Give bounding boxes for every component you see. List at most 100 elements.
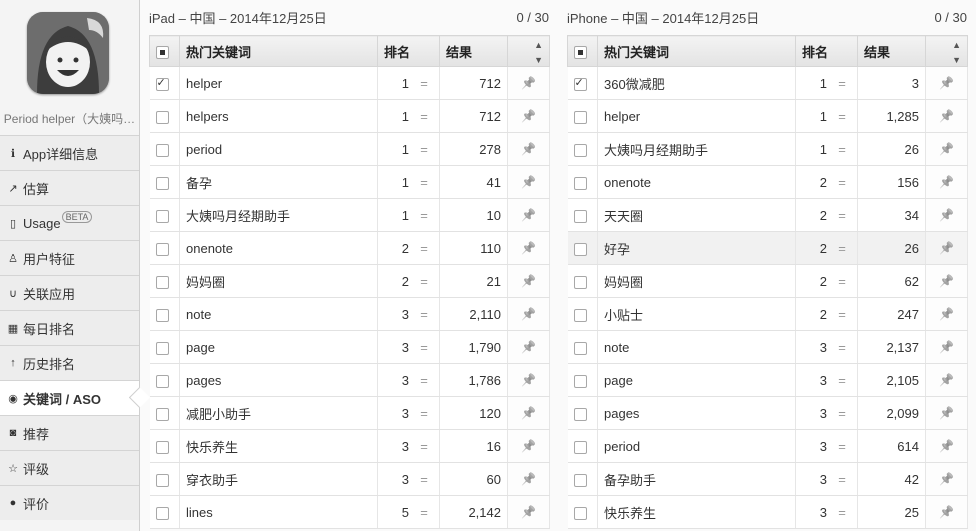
pin-icon[interactable]: 📌	[507, 231, 550, 265]
sidebar-item[interactable]: ↗ 估算	[0, 170, 139, 205]
table-row[interactable]: 备孕助手 3 = 42 📌	[567, 462, 968, 496]
pin-icon[interactable]: 📌	[507, 165, 550, 199]
row-checkbox[interactable]	[573, 506, 587, 520]
sort-toggle[interactable]: ▲ ▼	[925, 35, 968, 67]
pin-icon[interactable]: 📌	[925, 165, 968, 199]
pin-icon[interactable]: 📌	[925, 132, 968, 166]
row-checkbox[interactable]	[155, 374, 169, 388]
table-row[interactable]: page 3 = 2,105 📌	[567, 363, 968, 397]
sidebar-item[interactable]: ↑ 历史排名	[0, 345, 139, 380]
pin-icon[interactable]: 📌	[507, 495, 550, 529]
pin-icon[interactable]: 📌	[925, 99, 968, 133]
table-row[interactable]: 备孕 1 = 41 📌	[149, 165, 550, 199]
table-row[interactable]: lines 5 = 2,142 📌	[149, 495, 550, 529]
row-checkbox[interactable]	[573, 209, 587, 223]
pin-icon[interactable]: 📌	[925, 462, 968, 496]
table-row[interactable]: note 3 = 2,110 📌	[149, 297, 550, 331]
table-row[interactable]: 快乐养生 3 = 25 📌	[567, 495, 968, 529]
row-checkbox[interactable]	[573, 176, 587, 190]
table-row[interactable]: helper1=712📌	[149, 66, 550, 100]
pin-icon[interactable]: 📌	[925, 396, 968, 430]
table-row[interactable]: 360微减肥1=3📌	[567, 66, 968, 100]
sidebar-item[interactable]: ▯ Usage BETA	[0, 205, 139, 240]
row-checkbox[interactable]	[573, 473, 587, 487]
sidebar-item[interactable]: ▦ 每日排名	[0, 310, 139, 345]
row-checkbox[interactable]	[573, 110, 587, 124]
table-row[interactable]: 穿衣助手 3 = 60 📌	[149, 462, 550, 496]
pin-icon[interactable]: 📌	[507, 198, 550, 232]
keyword-column-header[interactable]: 热门关键词	[597, 35, 796, 67]
table-row[interactable]: 减肥小助手 3 = 120 📌	[149, 396, 550, 430]
sidebar-item[interactable]: ● 评价	[0, 485, 139, 520]
row-checkbox[interactable]	[155, 473, 169, 487]
row-checkbox[interactable]	[155, 209, 169, 223]
table-row[interactable]: helpers 1 = 712 📌	[149, 99, 550, 133]
row-checkbox[interactable]	[573, 440, 587, 454]
sidebar-item[interactable]: ☆ 评级	[0, 450, 139, 485]
row-checkbox[interactable]	[155, 506, 169, 520]
pin-icon[interactable]: 📌	[507, 297, 550, 331]
row-checkbox[interactable]	[573, 341, 587, 355]
table-row[interactable]: pages 3 = 1,786 📌	[149, 363, 550, 397]
pin-icon[interactable]: 📌	[507, 462, 550, 496]
table-row[interactable]: page 3 = 1,790 📌	[149, 330, 550, 364]
pin-icon[interactable]: 📌	[925, 264, 968, 298]
rank-column-header[interactable]: 排名	[377, 35, 440, 67]
pin-icon[interactable]: 📌	[507, 363, 550, 397]
pin-icon[interactable]: 📌	[507, 330, 550, 364]
row-checkbox[interactable]	[155, 143, 169, 157]
sort-toggle[interactable]: ▲ ▼	[507, 35, 550, 67]
pin-icon[interactable]: 📌	[507, 429, 550, 463]
table-row[interactable]: 小贴士 2 = 247 📌	[567, 297, 968, 331]
table-row[interactable]: onenote 2 = 156 📌	[567, 165, 968, 199]
pin-icon[interactable]: 📌	[507, 99, 550, 133]
row-checkbox[interactable]	[573, 407, 587, 421]
sidebar-item[interactable]: ◉ 关键词 / ASO	[0, 380, 139, 415]
row-checkbox[interactable]	[573, 76, 587, 91]
results-column-header[interactable]: 结果	[439, 35, 508, 67]
row-checkbox[interactable]	[155, 176, 169, 190]
row-checkbox[interactable]	[573, 275, 587, 289]
pin-icon[interactable]: 📌	[925, 495, 968, 529]
row-checkbox[interactable]	[573, 143, 587, 157]
row-checkbox[interactable]	[155, 407, 169, 421]
rank-column-header[interactable]: 排名	[795, 35, 858, 67]
pin-icon[interactable]: 📌	[507, 264, 550, 298]
pin-icon[interactable]: 📌	[925, 297, 968, 331]
select-all-checkbox[interactable]	[567, 35, 598, 67]
row-checkbox[interactable]	[155, 275, 169, 289]
table-row[interactable]: pages 3 = 2,099 📌	[567, 396, 968, 430]
row-checkbox[interactable]	[573, 374, 587, 388]
table-row[interactable]: note 3 = 2,137 📌	[567, 330, 968, 364]
pin-icon[interactable]: 📌	[507, 132, 550, 166]
table-row[interactable]: helper 1 = 1,285 📌	[567, 99, 968, 133]
pin-icon[interactable]: 📌	[507, 396, 550, 430]
row-checkbox[interactable]	[155, 440, 169, 454]
table-row[interactable]: 大姨吗月经期助手 1 = 26 📌	[567, 132, 968, 166]
table-row[interactable]: onenote 2 = 110 📌	[149, 231, 550, 265]
pin-icon[interactable]: 📌	[925, 198, 968, 232]
pin-icon[interactable]: 📌	[925, 429, 968, 463]
keyword-column-header[interactable]: 热门关键词	[179, 35, 378, 67]
row-checkbox[interactable]	[155, 308, 169, 322]
table-row[interactable]: period 3 = 614 📌	[567, 429, 968, 463]
table-row[interactable]: 妈妈圈 2 = 21 📌	[149, 264, 550, 298]
sidebar-item[interactable]: ℹ App详细信息	[0, 135, 139, 170]
pin-icon[interactable]: 📌	[925, 66, 968, 100]
results-column-header[interactable]: 结果	[857, 35, 926, 67]
table-row[interactable]: period 1 = 278 📌	[149, 132, 550, 166]
table-row[interactable]: 大姨吗月经期助手 1 = 10 📌	[149, 198, 550, 232]
pin-icon[interactable]: 📌	[925, 363, 968, 397]
row-checkbox[interactable]	[573, 242, 587, 256]
pin-icon[interactable]: 📌	[925, 231, 968, 265]
sidebar-item[interactable]: ∪ 关联应用	[0, 275, 139, 310]
row-checkbox[interactable]	[155, 242, 169, 256]
table-row[interactable]: 天天圈 2 = 34 📌	[567, 198, 968, 232]
row-checkbox[interactable]	[155, 76, 169, 91]
pin-icon[interactable]: 📌	[925, 330, 968, 364]
table-row[interactable]: 好孕 2 = 26 📌	[567, 231, 968, 265]
select-all-checkbox[interactable]	[149, 35, 180, 67]
pin-icon[interactable]: 📌	[507, 66, 550, 100]
table-row[interactable]: 妈妈圈 2 = 62 📌	[567, 264, 968, 298]
row-checkbox[interactable]	[573, 308, 587, 322]
